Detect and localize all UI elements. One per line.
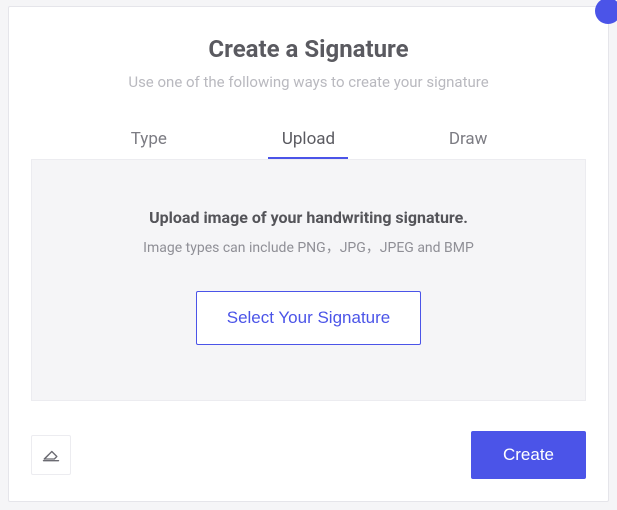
corner-badge[interactable] [595, 0, 617, 24]
create-button[interactable]: Create [471, 431, 586, 479]
tab-upload[interactable]: Upload [268, 121, 348, 159]
tab-type[interactable]: Type [109, 121, 189, 159]
eraser-button[interactable] [31, 435, 71, 475]
modal-subtitle: Use one of the following ways to create … [9, 73, 608, 91]
upload-hint: Image types can include PNG，JPG，JPEG and… [143, 237, 474, 257]
modal-footer: Create [31, 431, 586, 479]
tab-draw[interactable]: Draw [428, 121, 508, 159]
select-signature-button[interactable]: Select Your Signature [196, 291, 422, 345]
eraser-icon [41, 444, 61, 467]
upload-heading: Upload image of your handwriting signatu… [149, 208, 468, 227]
signature-modal: Create a Signature Use one of the follow… [8, 6, 609, 502]
upload-panel: Upload image of your handwriting signatu… [31, 159, 586, 401]
tabs: Type Upload Draw [9, 121, 608, 159]
modal-title: Create a Signature [9, 35, 608, 63]
